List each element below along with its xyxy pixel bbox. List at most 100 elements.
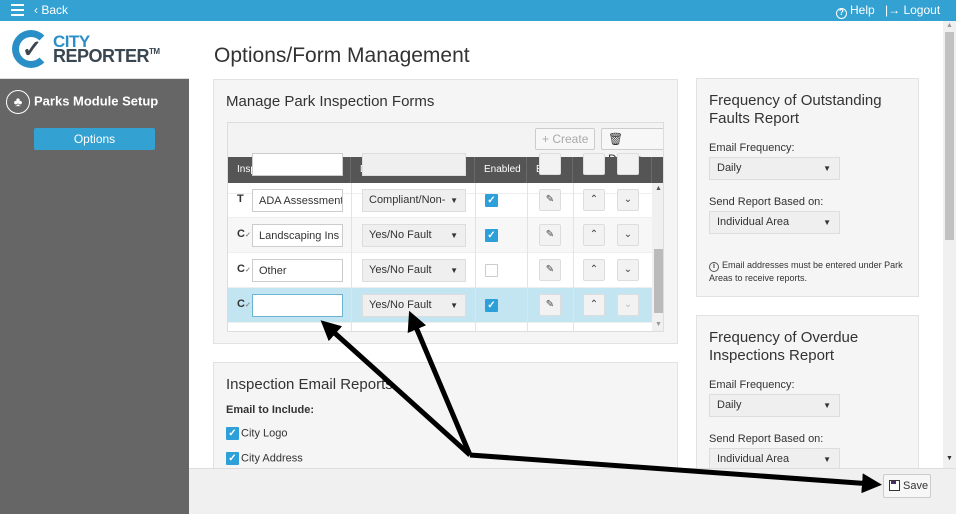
caret-down-icon: ▼ [823,455,831,464]
logout-icon: |→ [885,3,904,17]
inspection-group-input[interactable] [252,189,343,212]
edit-button[interactable]: ✎ [539,189,561,211]
email-reports-title: Inspection Email Reports [226,376,393,393]
caret-down-icon: ▼ [450,301,458,310]
column-divider [351,183,352,331]
overdue-frequency-select[interactable]: Daily ▼ [709,394,840,417]
enabled-checkbox[interactable]: ✓ [485,299,498,312]
question-type-select[interactable]: Yes/No Fault ▼ [362,259,466,282]
move-up-button[interactable]: ⌃ [583,224,605,246]
main-content: Options/Form Management Manage Park Insp… [189,21,943,468]
choice-type-icon: C✓ [237,298,251,310]
move-down-button[interactable]: ⌄ [617,259,639,281]
choice-type-icon: C✓ [237,228,251,240]
faults-frequency-select[interactable]: Daily ▼ [709,157,840,180]
move-up-button[interactable]: ⌃ [583,294,605,316]
enabled-checkbox[interactable] [485,264,498,277]
save-button[interactable]: Save [883,474,931,498]
column-divider [527,183,528,331]
text-type-icon: T [237,193,244,205]
faults-basis-select[interactable]: Individual Area ▼ [709,211,840,234]
module-title: ♣ Parks Module Setup [6,90,158,114]
logo-text-reporter: REPORTERTM [53,46,160,66]
outstanding-faults-report-panel: Frequency of Outstanding Faults Report Em… [696,78,919,297]
chevron-up-icon: ⌃ [589,264,599,275]
move-up-button[interactable] [583,153,605,175]
table-row[interactable]: C✓ Yes/No Fault▼ ✎ ⌃ ⌄ [228,253,652,288]
question-type-select[interactable]: Yes/No Fault ▼ [362,224,466,247]
scroll-down-icon[interactable]: ▼ [946,455,953,462]
move-up-button[interactable]: ⌃ [583,259,605,281]
city-logo-option[interactable]: ✓ City Logo [226,427,287,440]
table-row[interactable]: C✓ Yes/No Fault▼ ✓ ✎ ⌃ ⌄ [228,218,652,253]
page-title: Options/Form Management [214,44,470,67]
move-up-button[interactable]: ⌃ [583,189,605,211]
help-link[interactable]: ? Help [836,3,875,19]
manage-forms-title: Manage Park Inspection Forms [226,93,435,110]
chevron-down-icon: ⌄ [623,264,633,275]
trash-icon: 🗑 [608,132,624,146]
chevron-up-icon: ⌃ [589,229,599,240]
floppy-disk-icon [889,480,900,491]
email-info-note: i Email addresses must be entered under P… [709,260,903,283]
move-down-button: ⌄ [617,294,639,316]
caret-down-icon: ▼ [823,401,831,410]
caret-down-icon: ▼ [450,196,458,205]
table-row-selected[interactable]: C✓ Yes/No Fault ▼ ✓ ✎ ⌃ ⌄ [228,288,652,323]
delete-button[interactable]: 🗑 Delete [601,128,663,166]
caret-down-icon: ▼ [823,218,831,227]
enabled-checkbox[interactable]: ✓ [485,229,498,242]
caret-down-icon: ▼ [823,164,831,173]
city-reporter-logo: ✓ CITY REPORTERTM [0,21,189,79]
create-button[interactable]: + Create [535,128,596,150]
question-type-select[interactable]: Yes/No Fault ▼ [362,294,466,317]
move-down-button[interactable]: ⌄ [617,224,639,246]
city-address-checkbox[interactable]: ✓ [226,452,239,465]
pencil-icon: ✎ [545,264,555,275]
faults-frequency-label: Email Frequency: [709,142,795,154]
edit-button[interactable]: ✎ [539,259,561,281]
forms-grid: + Create 🗑 Delete Inspection Group Defau… [227,122,664,332]
column-divider [475,183,476,331]
edit-button[interactable]: ✎ [539,224,561,246]
question-type-select[interactable]: Compliant/Non- ▼ [362,189,466,212]
page-scrollbar-thumb[interactable] [945,32,954,240]
caret-down-icon: ▼ [450,266,458,275]
move-down-button[interactable] [617,153,639,175]
edit-button[interactable] [539,153,561,175]
scroll-up-icon[interactable]: ▲ [655,185,662,192]
page-scrollbar[interactable]: ▲ ▼ [943,21,956,468]
grid-scrollbar-thumb[interactable] [654,249,663,313]
sidebar-item-options[interactable]: Options [34,128,155,150]
move-down-button[interactable]: ⌄ [617,189,639,211]
overdue-inspections-report-panel: Frequency of Overdue Inspections Report E… [696,315,919,468]
hamburger-menu-icon[interactable] [11,4,24,16]
logout-link[interactable]: |→ Logout [885,3,940,17]
caret-down-icon: ▼ [450,231,458,240]
scroll-down-icon[interactable]: ▼ [655,321,662,328]
overdue-frequency-label: Email Frequency: [709,379,795,391]
inspection-group-input[interactable] [252,153,343,176]
top-bar: ‹ Back ? Help |→ Logout [0,0,956,21]
back-link[interactable]: ‹ Back [34,3,68,17]
help-icon: ? [836,8,847,19]
grid-rows: T Compliant/Non-▼ ✓ ✎ ⌃ ⌄ C✓ Yes/No Faul… [228,153,652,331]
inspection-group-input[interactable] [252,224,343,247]
enabled-checkbox[interactable]: ✓ [485,194,498,207]
pencil-icon: ✎ [545,229,555,240]
overdue-report-title: Frequency of Overdue Inspections Report [709,329,859,364]
question-type-select[interactable] [362,153,466,176]
edit-button[interactable]: ✎ [539,294,561,316]
table-row[interactable]: T Compliant/Non-▼ ✓ ✎ ⌃ ⌄ [228,183,652,218]
city-address-option[interactable]: ✓ City Address [226,452,303,465]
grid-toolbar: + Create 🗑 Delete [228,123,663,166]
chevron-up-icon: ⌃ [589,194,599,205]
info-icon: i [709,262,719,272]
scroll-up-icon[interactable]: ▲ [946,22,953,29]
grid-scrollbar[interactable]: ▲ ▼ [652,183,663,331]
faults-basis-label: Send Report Based on: [709,196,824,208]
inspection-group-input[interactable] [252,259,343,282]
city-logo-checkbox[interactable]: ✓ [226,427,239,440]
overdue-basis-select[interactable]: Individual Area ▼ [709,448,840,468]
inspection-group-input[interactable] [252,294,343,317]
